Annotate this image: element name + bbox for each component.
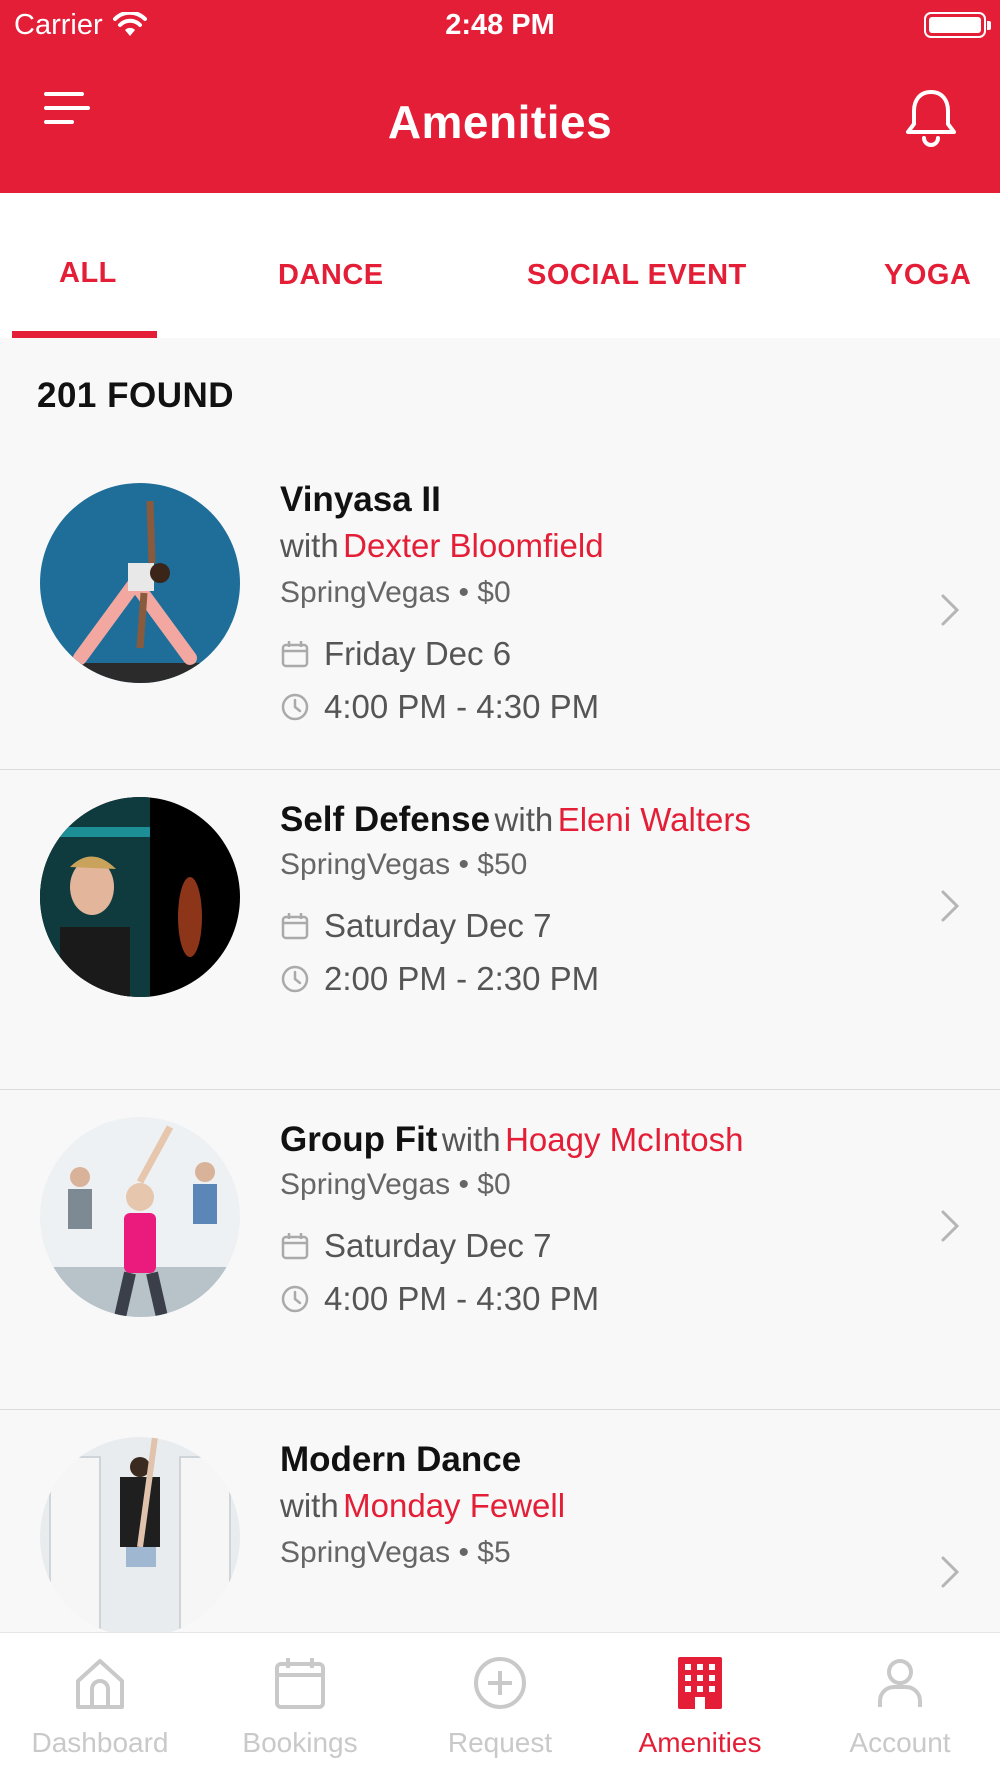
nav-bar: Amenities [0,50,1000,193]
tab-label: Bookings [242,1727,358,1758]
item-title-line: Group Fit with Hoagy McIntosh [280,1120,744,1160]
tab-amenities[interactable]: Amenities [600,1633,800,1778]
chevron-right-icon [941,594,960,626]
time-row: 4:00 PM - 4:30 PM [280,1280,599,1318]
building-icon [678,1657,722,1709]
battery-icon [924,12,991,38]
item-instructor-line: with Dexter Bloomfield [280,527,604,565]
tab-label: Account [849,1727,951,1758]
location-price: SpringVegas • $0 [280,576,511,609]
class-thumbnail [40,483,240,683]
item-title-line: Modern Dance [280,1440,521,1480]
item-title-line: Vinyasa II [280,480,441,520]
list-item[interactable]: Group Fit with Hoagy McIntosh SpringVega… [0,1090,1000,1410]
item-title-line: Self Defense with Eleni Walters [280,800,751,840]
calendar-icon [281,641,309,668]
with-label: with [280,1487,339,1524]
class-title: Group Fit [280,1120,438,1159]
class-title: Vinyasa II [280,480,441,519]
time-text: 4:00 PM - 4:30 PM [324,688,600,725]
date-text: Saturday Dec 7 [324,907,552,944]
bell-icon[interactable] [902,88,960,148]
instructor-name[interactable]: Hoagy McIntosh [505,1121,743,1158]
date-row: Friday Dec 6 [280,635,511,673]
location-price: SpringVegas • $0 [280,1168,511,1201]
list-item[interactable]: Self Defense with Eleni Walters SpringVe… [0,770,1000,1090]
date-text: Friday Dec 6 [324,635,512,672]
tab-label: Amenities [638,1727,762,1758]
tab-dance[interactable]: DANCE [278,259,384,292]
list-item[interactable]: Vinyasa II with Dexter Bloomfield Spring… [0,450,1000,770]
tab-yoga[interactable]: YOGA [884,259,971,292]
header: Carrier 2:48 PM Amenities [0,0,1000,193]
clock-icon [281,965,309,993]
instructor-name[interactable]: Dexter Bloomfield [343,527,603,564]
with-label: with [494,801,554,838]
date-row: Saturday Dec 7 [280,907,551,945]
status-bar: Carrier 2:48 PM [0,0,1000,50]
results-count: 201 FOUND [37,376,235,415]
wifi-icon [112,12,147,36]
class-title: Self Defense [280,800,491,839]
class-thumbnail [40,797,240,997]
clock-icon [281,693,309,721]
date-row: Saturday Dec 7 [280,1227,551,1265]
tab-dashboard[interactable]: Dashboard [0,1633,200,1778]
calendar-icon [275,1658,325,1709]
page-title: Amenities [387,95,613,148]
tab-indicator [12,331,157,338]
time-row: 4:00 PM - 4:30 PM [280,688,599,726]
chevron-right-icon [941,1210,960,1242]
tab-all[interactable]: ALL [59,257,117,290]
person-icon [878,1659,922,1707]
category-tabs: ALL DANCE SOCIAL EVENT YOGA [0,193,1000,338]
item-instructor-line: with Monday Fewell [280,1487,565,1525]
tab-request[interactable]: Request [400,1633,600,1778]
class-title: Modern Dance [280,1440,522,1479]
status-time: 2:48 PM [445,8,555,41]
instructor-name[interactable]: Monday Fewell [343,1487,565,1524]
with-label: with [441,1121,501,1158]
location-price: SpringVegas • $50 [280,848,528,881]
date-text: Saturday Dec 7 [324,1227,552,1264]
chevron-right-icon [941,890,960,922]
location-price: SpringVegas • $5 [280,1536,511,1569]
home-icon [76,1659,124,1709]
carrier-label: Carrier [14,8,103,41]
class-thumbnail [40,1437,240,1637]
chevron-right-icon [941,1556,960,1588]
tab-label: Request [447,1727,553,1758]
bottom-tab-bar: Dashboard Bookings Request Amenities Acc… [0,1632,1000,1778]
tab-bookings[interactable]: Bookings [200,1633,400,1778]
class-thumbnail [40,1117,240,1317]
time-row: 2:00 PM - 2:30 PM [280,960,599,998]
with-label: with [280,527,339,564]
status-left: Carrier [14,9,147,42]
time-text: 2:00 PM - 2:30 PM [324,960,600,997]
tab-social-event[interactable]: SOCIAL EVENT [527,259,747,292]
plus-circle-icon [474,1657,526,1709]
menu-icon[interactable] [44,92,90,132]
calendar-icon [281,1233,309,1260]
time-text: 4:00 PM - 4:30 PM [324,1280,600,1317]
clock-icon [281,1285,309,1313]
tab-account[interactable]: Account [800,1633,1000,1778]
tab-label: Dashboard [31,1727,169,1758]
calendar-icon [281,913,309,940]
instructor-name[interactable]: Eleni Walters [558,801,751,838]
